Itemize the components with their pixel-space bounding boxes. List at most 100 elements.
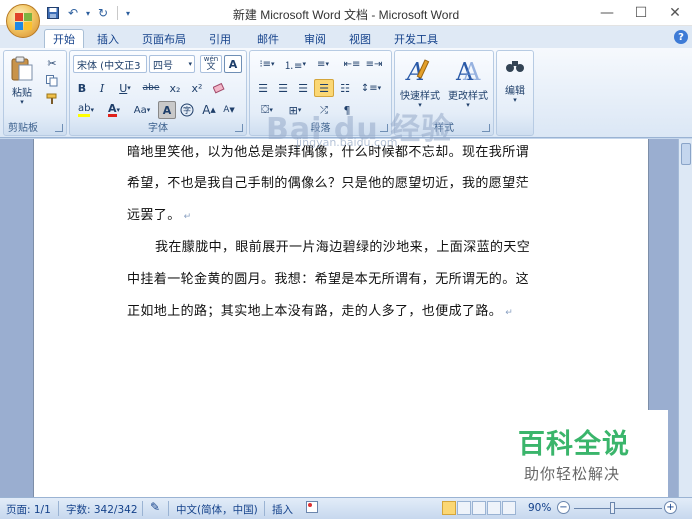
subscript-button[interactable]: x₂ [165, 79, 185, 97]
font-name-select[interactable]: 宋体 (中文正3 [73, 55, 147, 73]
shrink-font-button[interactable]: A ▼ [220, 101, 238, 119]
tab-developer[interactable]: 开发工具 [390, 29, 442, 48]
close-icon[interactable]: ✕ [658, 0, 692, 26]
numbering-icon[interactable]: ⒈≡ ▾ [282, 55, 308, 73]
vertical-scrollbar[interactable] [678, 139, 692, 497]
superscript-label: x² [191, 81, 203, 95]
bullets-icon[interactable]: ⁝≡ ▾ [254, 55, 280, 73]
outline-view-icon[interactable] [487, 501, 501, 515]
tab-page-layout[interactable]: 页面布局 [138, 29, 190, 48]
change-case-dropdown-icon: ▾ [146, 106, 151, 114]
align-center-icon[interactable]: ☰ [274, 79, 292, 97]
superscript-button[interactable]: x² [187, 79, 207, 97]
change-case-button[interactable]: Aa ▾ [129, 101, 155, 119]
char-border-label: A [228, 57, 238, 71]
scrollbar-thumb[interactable] [681, 143, 691, 165]
font-dialog-launcher-icon[interactable] [235, 124, 243, 132]
macro-record-icon[interactable] [306, 501, 318, 516]
tab-review[interactable]: 审阅 [297, 29, 333, 48]
paste-button[interactable]: 粘贴 ▾ [7, 53, 37, 109]
font-color-button[interactable]: A ▾ [101, 101, 127, 119]
status-separator [58, 501, 59, 516]
office-button[interactable] [6, 4, 40, 38]
svg-text:字: 字 [183, 105, 191, 115]
underline-dropdown-icon: ▾ [127, 84, 131, 92]
change-styles-label: 更改样式 [448, 91, 488, 102]
justify-icon[interactable]: ☰ [314, 79, 334, 97]
zoom-level[interactable]: 90% [528, 502, 551, 514]
insert-mode[interactable]: 插入 [272, 502, 293, 517]
increase-indent-icon[interactable]: ≡⇥ [364, 55, 384, 73]
bold-button[interactable]: B [73, 79, 91, 97]
underline-label: U [119, 81, 128, 95]
cut-icon[interactable]: ✂ [42, 55, 62, 71]
phonetic-guide-button[interactable]: wén 文 [200, 55, 222, 73]
zoom-slider[interactable] [574, 508, 662, 509]
find-icon [506, 61, 524, 72]
strikethrough-button[interactable]: abe [140, 79, 162, 97]
align-left-icon[interactable]: ☰ [254, 79, 272, 97]
status-separator [264, 501, 265, 516]
status-separator [168, 501, 169, 516]
text-highlight-dropdown-icon: ▾ [90, 106, 94, 114]
grow-font-label: A [202, 103, 211, 117]
char-shading-button[interactable]: A [158, 101, 176, 119]
proofing-icon[interactable]: ✎ [150, 500, 160, 514]
editing-group: 编辑 ▾ [496, 50, 534, 136]
grow-font-icon: ▲ [210, 106, 216, 114]
doc-line: 正如地上的路；其实地上本没有路，走的人多了，也便成了路。 ↵ [127, 300, 513, 319]
zoom-slider-thumb[interactable] [610, 502, 615, 514]
ribbon-tabs: 开始 插入 页面布局 引用 邮件 审阅 视图 开发工具 ? [0, 26, 692, 48]
tab-mailings[interactable]: 邮件 [250, 29, 286, 48]
line-spacing-icon[interactable]: ↕≡ ▾ [358, 79, 384, 97]
minimize-icon[interactable]: — [590, 0, 624, 26]
strikethrough-label: abe [142, 83, 160, 93]
bold-label: B [77, 81, 87, 95]
underline-button[interactable]: U ▾ [113, 79, 137, 97]
text-highlight-button[interactable]: ab ▾ [73, 101, 99, 119]
enclose-characters-icon[interactable]: 字 [178, 101, 196, 119]
italic-button[interactable]: I [93, 79, 111, 97]
char-border-button[interactable]: A [224, 55, 242, 73]
editing-label: 编辑 [505, 86, 525, 97]
align-right-icon[interactable]: ☰ [294, 79, 312, 97]
clear-formatting-icon[interactable] [210, 79, 230, 97]
font-group-label: 字体 [148, 123, 168, 134]
doc-line-text: 中挂着一轮金黄的圆月。我想：希望是本无所谓有，无所谓无的。这 [127, 272, 530, 287]
change-styles-icon: AA [455, 58, 481, 84]
tab-insert[interactable]: 插入 [90, 29, 126, 48]
full-screen-view-icon[interactable] [457, 501, 471, 515]
paste-dropdown-icon: ▾ [20, 98, 24, 106]
baike-watermark: 百科全说 助你轻松解决 [502, 410, 668, 497]
language-indicator[interactable]: 中文(简体，中国) [176, 502, 258, 517]
title-bar: ↶ ▾ ↻ ▾ 新建 Microsoft Word 文档 - Microsoft… [0, 0, 692, 26]
window-controls: — ☐ ✕ [590, 0, 692, 26]
web-layout-view-icon[interactable] [472, 501, 486, 515]
tab-view[interactable]: 视图 [342, 29, 378, 48]
office-logo-icon [15, 13, 32, 30]
tab-references[interactable]: 引用 [200, 29, 240, 48]
print-layout-view-icon[interactable] [442, 501, 456, 515]
tab-home[interactable]: 开始 [44, 29, 84, 48]
font-name-value: 宋体 (中文正3 [77, 60, 141, 72]
zoom-in-icon[interactable]: + [664, 501, 677, 514]
multilevel-list-icon[interactable]: ≡ ▾ [310, 55, 336, 73]
shrink-font-icon: ▼ [229, 106, 235, 114]
decrease-indent-icon[interactable]: ⇤≡ [342, 55, 362, 73]
styles-dialog-launcher-icon[interactable] [482, 124, 490, 132]
maximize-icon[interactable]: ☐ [624, 0, 658, 26]
page-count[interactable]: 页面: 1/1 [6, 502, 51, 517]
zoom-out-icon[interactable]: − [557, 501, 570, 514]
status-separator [142, 501, 143, 516]
format-painter-icon[interactable] [42, 91, 62, 107]
quick-styles-icon: A [405, 58, 430, 84]
word-count[interactable]: 字数: 342/342 [66, 502, 138, 517]
help-icon[interactable]: ? [674, 30, 688, 44]
draft-view-icon[interactable] [502, 501, 516, 515]
distributed-icon[interactable]: ☷ [336, 79, 354, 97]
font-size-select[interactable]: 四号 ▾ [149, 55, 195, 73]
clipboard-dialog-launcher-icon[interactable] [55, 124, 63, 132]
editing-button[interactable]: 编辑 ▾ [499, 53, 531, 115]
copy-icon[interactable] [42, 73, 62, 89]
grow-font-button[interactable]: A ▲ [200, 101, 218, 119]
